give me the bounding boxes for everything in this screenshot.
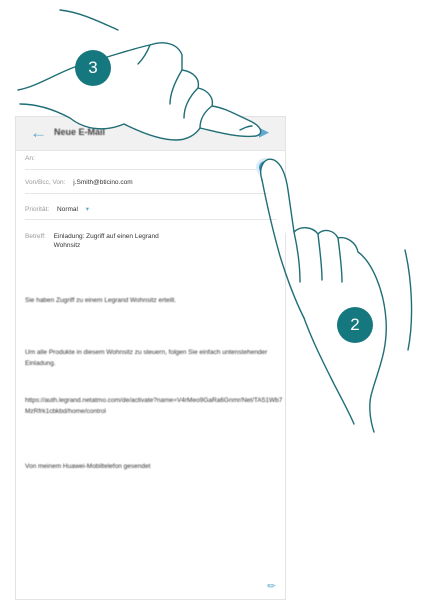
priority-value: Normal [57, 206, 78, 213]
compose-title: Neue E-Mail [54, 127, 106, 137]
step-3-badge: 3 [75, 50, 111, 86]
from-field[interactable]: Von/Bcc, Von: j.Smith@bticino.com [25, 179, 277, 194]
subject-label: Betreff: [25, 233, 46, 240]
signature-line[interactable]: Von meinem Huawei-Mobiltelefon gesendet [25, 461, 287, 472]
body-paragraph-1[interactable]: Sie haben Zugriff zu einem Legrand Wohns… [25, 295, 287, 306]
subject-field[interactable]: Betreff: Einladung: Zugriff auf einen Le… [25, 232, 277, 250]
app-bar: ← Neue E-Mail ▶ [16, 117, 285, 151]
from-label: Von/Bcc, Von: [25, 179, 66, 186]
subject-value: Einladung: Zugriff auf einen Legrand Woh… [53, 233, 159, 249]
from-value: j.Smith@bticino.com [73, 179, 133, 186]
priority-label: Priorität: [25, 206, 50, 213]
body-paragraph-2[interactable]: Um alle Produkte in diesem Wohnsitz zu s… [25, 347, 287, 369]
invitation-link[interactable]: https://auth.legrand.netatmo.com/de/acti… [25, 395, 287, 417]
to-label: An: [25, 155, 35, 162]
chevron-down-icon[interactable]: ▾ [86, 206, 89, 213]
email-compose-screen: ← Neue E-Mail ▶ An: + Von/Bcc, Von: j.Sm… [15, 116, 286, 600]
to-field[interactable]: An: [25, 155, 277, 170]
edit-pencil-icon[interactable]: ✎ [265, 580, 279, 594]
send-icon[interactable]: ▶ [259, 125, 269, 138]
back-arrow-icon[interactable]: ← [30, 124, 47, 141]
add-contact-button[interactable]: + [259, 161, 272, 174]
step-2-badge: 2 [337, 307, 373, 343]
priority-field[interactable]: Priorität: Normal ▾ [25, 205, 277, 220]
